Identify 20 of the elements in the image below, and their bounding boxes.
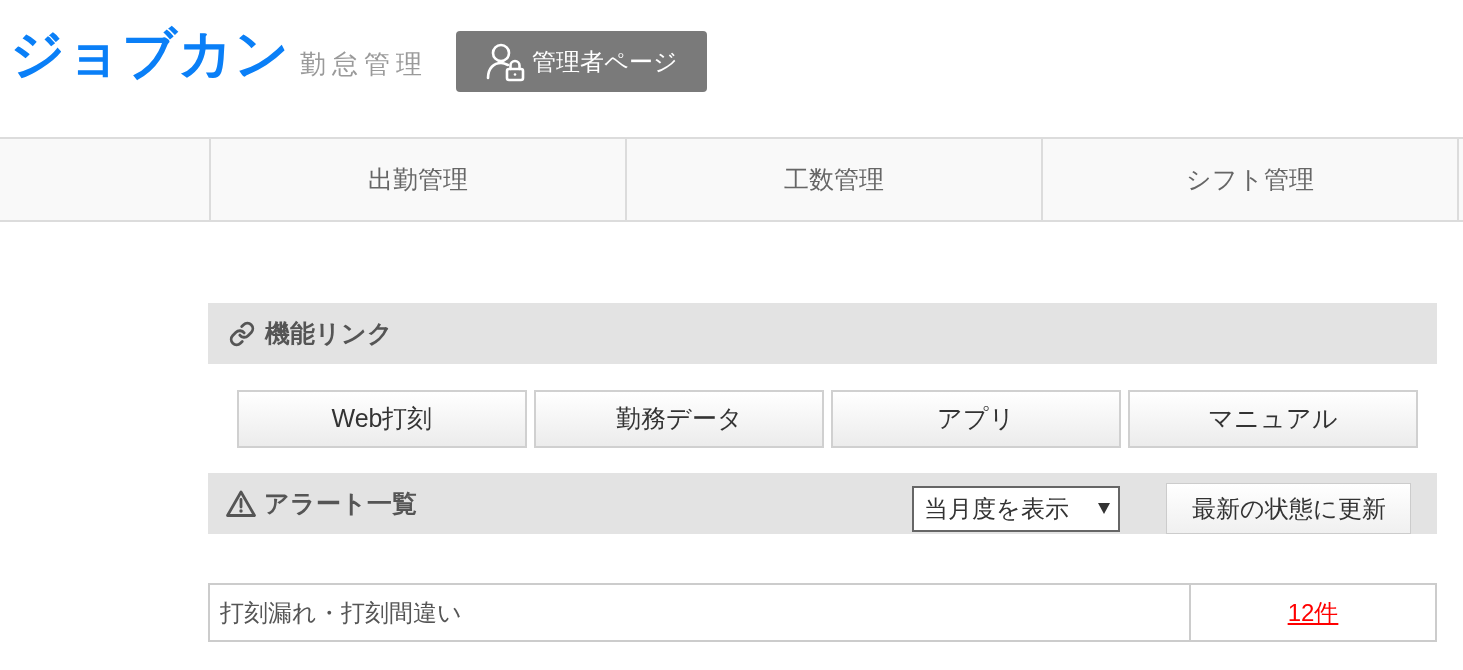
logo-text: ジョブカン [10, 22, 290, 84]
nav-tab[interactable]: シフト管理 [1041, 139, 1457, 220]
person-lock-icon [485, 41, 526, 82]
section-title: 機能リンク [265, 317, 393, 349]
section-title: アラート一覧 [264, 487, 417, 519]
link-button[interactable]: マニュアル [1128, 390, 1418, 448]
link-button[interactable]: 勤務データ [534, 390, 824, 448]
admin-page-button[interactable]: 管理者ページ [456, 31, 707, 92]
period-select[interactable]: 当月度を表示 [912, 485, 1120, 532]
refresh-button[interactable]: 最新の状態に更新 [1166, 483, 1411, 534]
warning-icon [226, 490, 256, 517]
caret-down-icon [1098, 503, 1110, 514]
nav-tab[interactable]: 工数管理 [625, 139, 1041, 220]
nav-tab[interactable]: 出勤管理 [209, 139, 625, 220]
alert-count-link[interactable]: 12件 [1287, 594, 1339, 631]
link-icon [229, 320, 255, 347]
link-button[interactable]: アプリ [831, 390, 1121, 448]
link-button[interactable]: Web打刻 [237, 390, 527, 448]
alert-label-cell: 打刻漏れ・打刻間違い [210, 585, 1191, 640]
product-name: 勤怠管理 [300, 48, 428, 80]
